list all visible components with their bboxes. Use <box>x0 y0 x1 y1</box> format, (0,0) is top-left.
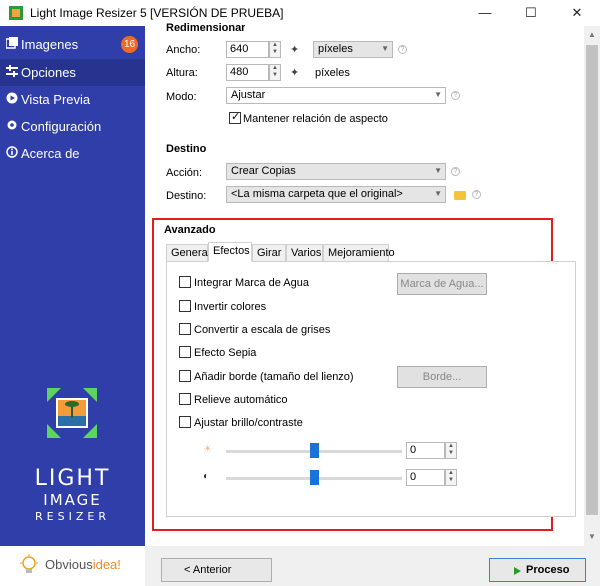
height-unit: píxeles <box>315 67 350 79</box>
auto-relief-checkbox[interactable] <box>179 393 191 405</box>
action-select[interactable]: Crear Copias ▼ <box>226 163 446 180</box>
play-icon <box>514 567 521 575</box>
minimize-button[interactable]: — <box>462 0 508 26</box>
destination-section-title: Destino <box>166 143 207 155</box>
width-input[interactable]: 640 <box>226 41 269 58</box>
sidebar: Imagenes 16 Opciones Vista Previa Config… <box>0 26 145 586</box>
grayscale-checkbox[interactable] <box>179 323 191 335</box>
images-icon <box>6 37 18 49</box>
invert-colors-label: Invertir colores <box>194 301 267 313</box>
brightness-icon: ☀ <box>203 444 212 455</box>
logo-text-light: LIGHT <box>34 466 111 491</box>
previous-button[interactable]: < Anterior <box>161 558 272 582</box>
sidebar-item-label: Opciones <box>21 65 76 80</box>
keep-aspect-checkbox[interactable] <box>229 110 241 124</box>
tab-girar[interactable]: Girar <box>252 244 286 262</box>
tab-mejoramiento[interactable]: Mejoramiento <box>323 244 395 262</box>
title-bar: Light Image Resizer 5 [VERSIÓN DE PRUEBA… <box>0 0 600 26</box>
invert-colors-checkbox[interactable] <box>179 300 191 312</box>
magic-wand-icon[interactable]: ✦ <box>290 43 299 56</box>
advanced-section-title: Avanzado <box>164 224 216 236</box>
scroll-up-arrow[interactable]: ▲ <box>584 28 600 42</box>
window-title: Light Image Resizer 5 [VERSIÓN DE PRUEBA… <box>30 6 284 20</box>
resize-section-title: Redimensionar <box>166 22 246 32</box>
tab-general[interactable]: General <box>166 244 210 262</box>
height-spinner[interactable]: ▲ ▼ <box>269 64 281 81</box>
help-icon[interactable]: ? <box>451 91 460 100</box>
mode-label: Modo: <box>166 91 197 103</box>
auto-relief-label: Relieve automático <box>194 394 288 406</box>
magic-wand-icon[interactable]: ✦ <box>290 66 299 79</box>
contrast-spinner[interactable]: ▲ ▼ <box>445 469 457 486</box>
destination-label: Destino: <box>166 190 207 202</box>
border-button[interactable]: Borde... <box>397 366 487 388</box>
help-icon[interactable]: ? <box>472 190 481 199</box>
destination-select[interactable]: <La misma carpeta que el original> ▼ <box>226 186 446 203</box>
scroll-down-arrow[interactable]: ▼ <box>584 530 600 544</box>
tab-varios[interactable]: Varios <box>286 244 323 262</box>
height-label: Altura: <box>166 67 198 79</box>
image-count-badge: 16 <box>121 36 138 53</box>
add-border-label: Añadir borde (tamaño del lienzo) <box>194 371 354 383</box>
gear-icon <box>7 120 17 130</box>
sidebar-item-vista-previa[interactable]: Vista Previa <box>0 86 145 113</box>
sidebar-item-opciones[interactable]: Opciones <box>0 59 145 86</box>
sidebar-item-label: Vista Previa <box>21 92 91 107</box>
contrast-icon: ◐ <box>203 471 210 482</box>
info-icon <box>6 146 18 158</box>
width-spinner[interactable]: ▲ ▼ <box>269 41 281 58</box>
sidebar-item-imagenes[interactable]: Imagenes 16 <box>0 31 145 58</box>
brightness-spinner[interactable]: ▲ ▼ <box>445 442 457 459</box>
app-icon <box>9 6 23 20</box>
options-icon <box>6 65 18 77</box>
brightness-slider-thumb[interactable] <box>309 443 319 458</box>
action-label: Acción: <box>166 167 203 179</box>
sepia-label: Efecto Sepia <box>194 347 257 359</box>
sidebar-item-label: Acerca de <box>21 146 80 161</box>
add-border-checkbox[interactable] <box>179 370 191 382</box>
width-label: Ancho: <box>166 44 201 56</box>
sidebar-item-label: Configuración <box>21 119 102 134</box>
preview-icon <box>6 92 18 104</box>
close-button[interactable]: ✕ <box>554 0 600 26</box>
watermark-label: Integrar Marca de Agua <box>194 277 309 289</box>
lightbulb-icon <box>20 554 38 573</box>
height-input[interactable]: 480 <box>226 64 269 81</box>
folder-icon[interactable] <box>454 191 466 200</box>
maximize-button[interactable]: ☐ <box>508 0 554 26</box>
brand-name: Obviousidea! <box>45 557 121 572</box>
grayscale-label: Convertir a escala de grises <box>194 324 331 336</box>
sepia-checkbox[interactable] <box>179 346 191 358</box>
brightness-input[interactable]: 0 <box>406 442 445 459</box>
unit-select[interactable]: píxeles ▼ <box>313 41 393 58</box>
process-label: Proceso <box>526 564 570 576</box>
logo-text-resizer: RESIZER <box>35 510 110 523</box>
help-icon[interactable]: ? <box>398 45 407 54</box>
contrast-input[interactable]: 0 <box>406 469 445 486</box>
watermark-button[interactable]: Marca de Agua... <box>397 273 487 295</box>
brightness-contrast-label: Ajustar brillo/contraste <box>194 417 303 429</box>
help-icon[interactable]: ? <box>451 167 460 176</box>
app-logo-icon <box>47 388 97 438</box>
scrollbar-thumb[interactable] <box>586 45 598 515</box>
mode-select[interactable]: Ajustar ▼ <box>226 87 446 104</box>
sidebar-item-configuracion[interactable]: Configuración <box>0 113 145 140</box>
watermark-checkbox[interactable] <box>179 276 191 288</box>
tab-efectos[interactable]: Efectos <box>208 242 252 262</box>
logo-text-image: IMAGE <box>43 491 102 509</box>
keep-aspect-label: Mantener relación de aspecto <box>243 113 388 125</box>
process-button[interactable]: Proceso <box>489 558 586 582</box>
sidebar-item-acerca-de[interactable]: Acerca de <box>0 140 145 167</box>
brightness-contrast-checkbox[interactable] <box>179 416 191 428</box>
sidebar-item-label: Imagenes <box>21 37 79 52</box>
brand-area: Obviousidea! <box>0 546 145 586</box>
contrast-slider-thumb[interactable] <box>309 470 319 485</box>
